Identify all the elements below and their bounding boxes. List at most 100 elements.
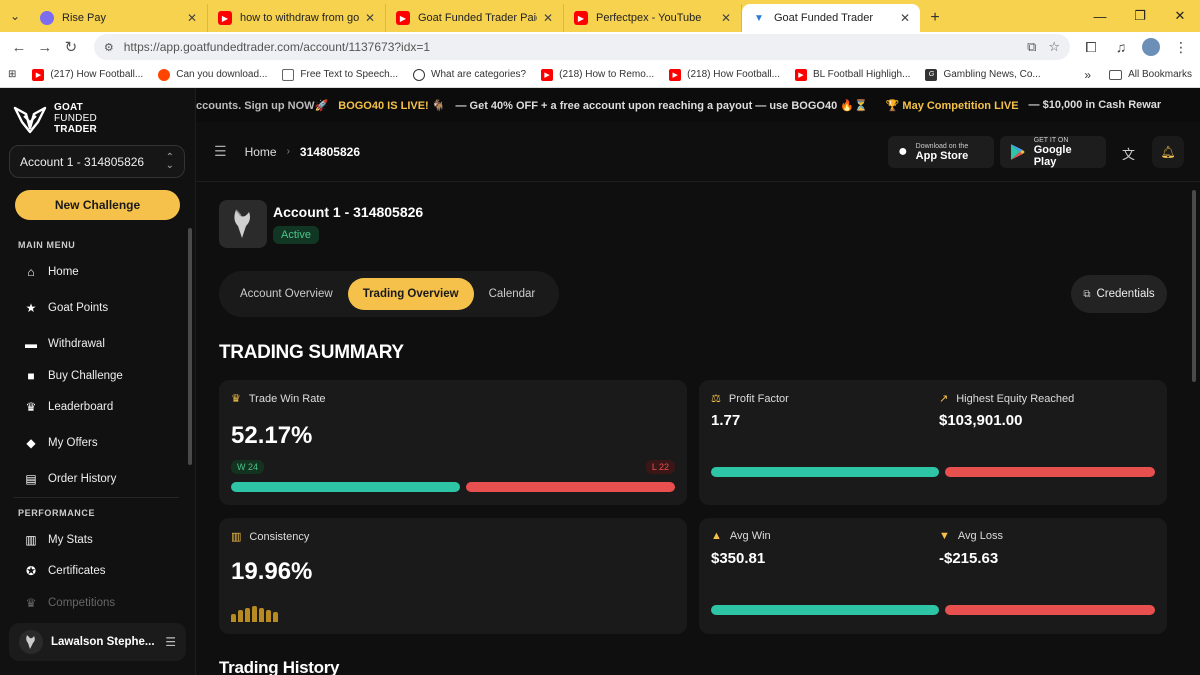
bookmark-star-icon[interactable]: ☆ [1048, 39, 1060, 55]
url-text: https://app.goatfundedtrader.com/account… [123, 40, 431, 54]
tab-close-icon[interactable]: ✕ [721, 11, 731, 25]
sidebar-item-label: Competitions [48, 597, 116, 609]
breadcrumb-home[interactable]: Home [245, 145, 277, 159]
loss-bar [945, 467, 1155, 477]
sidebar-item-certificates[interactable]: ✪ Certificates [24, 564, 106, 578]
close-window-icon[interactable]: ✕ [1160, 0, 1200, 32]
bookmark-label: Gambling News, Co... [943, 69, 1041, 80]
promo-ticker: ccounts. Sign up NOW🚀 BOGO40 IS LIVE! 🐐 … [196, 88, 1200, 122]
bookmark-item[interactable]: ▶ (218) How to Remo... [541, 68, 655, 81]
ticker-item: — $10,000 in Cash Rewar [1028, 99, 1162, 111]
url-input[interactable]: ⚙ https://app.goatfundedtrader.com/accou… [93, 34, 1071, 60]
new-tab-icon[interactable]: + [920, 4, 950, 32]
back-arrow-icon[interactable]: ← [6, 34, 32, 60]
sidebar-item-label: Buy Challenge [48, 370, 123, 382]
sidebar-divider [14, 497, 179, 498]
bookmark-item[interactable]: ▶ (218) How Football... [669, 68, 780, 81]
sidebar-item-withdrawal[interactable]: ▬ Withdrawal [24, 337, 105, 351]
user-profile-card[interactable]: Lawalson Stephe... ☰ [9, 623, 186, 661]
account-select[interactable]: Account 1 - 314805826 ⌃ ⌄ [9, 145, 185, 178]
media-controls-icon[interactable]: ♫ [1108, 38, 1134, 56]
browser-tab-active[interactable]: ▼ Goat Funded Trader ✕ [742, 4, 920, 32]
sidebar-scrollbar[interactable] [188, 228, 192, 465]
bookmark-item[interactable]: What are categories? [413, 68, 526, 81]
extensions-puzzle-icon[interactable]: ⧠ [1078, 38, 1104, 56]
browser-tab[interactable]: ▶ Goat Funded Trader Paid Me $9 ✕ [386, 4, 564, 32]
chevron-double-right-icon[interactable]: » [1084, 68, 1091, 82]
consistency-label: Consistency [249, 530, 310, 543]
goat-favicon-icon: ▼ [752, 11, 766, 25]
sidebar-item-buy-challenge[interactable]: ■ Buy Challenge [24, 369, 123, 383]
reload-icon[interactable]: ↻ [58, 34, 84, 60]
bookmark-label: (218) How to Remo... [559, 69, 655, 80]
tab-trading-overview[interactable]: Trading Overview [347, 278, 474, 310]
bookmark-item[interactable]: ▶ (217) How Football... [32, 68, 143, 81]
win-bar [231, 482, 460, 492]
restore-icon[interactable]: ❐ [1120, 0, 1160, 32]
bookmark-item[interactable]: G Gambling News, Co... [925, 68, 1041, 81]
site-info-icon[interactable]: ⚙ [104, 41, 114, 54]
minimize-icon[interactable]: — [1080, 0, 1120, 32]
forward-arrow-icon[interactable]: → [32, 34, 58, 60]
trophy-icon: ♛ [25, 596, 37, 610]
tab-account-overview[interactable]: Account Overview [225, 278, 348, 310]
bookmarks-overflow: » All Bookmarks [1084, 68, 1192, 82]
sidebar-item-label: Order History [48, 473, 117, 485]
losses-badge: L 22 [645, 460, 675, 474]
app-store-button[interactable]: ● Download on the App Store [888, 136, 994, 168]
sidebar-item-order-history[interactable]: ▤ Order History [24, 472, 116, 486]
tab-calendar[interactable]: Calendar [474, 278, 551, 310]
apps-grid-icon[interactable]: ⊞ [8, 69, 16, 80]
google-play-small-text: GET IT ON [1033, 136, 1069, 144]
card-label: ▲ Avg Win [711, 530, 771, 542]
bookmark-item[interactable]: Free Text to Speech... [282, 68, 398, 81]
sidebar-item-leaderboard[interactable]: ♛ Leaderboard [24, 400, 114, 414]
document-icon: ▤ [25, 472, 37, 486]
sidebar-item-competitions[interactable]: ♛ Competitions [24, 596, 116, 610]
new-challenge-button[interactable]: New Challenge [15, 190, 180, 220]
goat-head-icon [234, 209, 250, 238]
status-badge: Active [273, 226, 319, 244]
brand-logo[interactable]: GOAT FUNDED TRADER [12, 100, 97, 136]
bookmark-item[interactable]: Can you download... [158, 68, 267, 81]
sidebar-item-my-stats[interactable]: ▥ My Stats [24, 533, 92, 547]
tab-search-icon[interactable]: ⌄ [0, 0, 30, 32]
window-controls: — ❐ ✕ [1080, 0, 1200, 32]
avg-win-loss-card: ▲ Avg Win $350.81 ▼ Avg Loss -$215.63 [699, 518, 1167, 634]
ticker-item: 🏆 May Competition LIVE [885, 99, 1019, 112]
sidebar-item-home[interactable]: ⌂ Home [24, 265, 78, 279]
tab-close-icon[interactable]: ✕ [365, 11, 375, 25]
credentials-button[interactable]: ⧉ Credentials [1071, 275, 1167, 313]
card-label: ▥ Consistency [231, 530, 310, 544]
notifications-bell-icon[interactable]: 🔔︎ [1152, 136, 1184, 168]
breadcrumb-current: 314805826 [299, 144, 360, 159]
stats-icon: ▥ [25, 533, 37, 547]
google-play-button[interactable]: GET IT ON Google Play [1000, 136, 1106, 168]
profile-avatar[interactable] [1138, 38, 1164, 56]
hamburger-menu-icon[interactable]: ☰ [214, 143, 227, 160]
browser-tab[interactable]: Rise Pay ✕ [30, 4, 208, 32]
tab-close-icon[interactable]: ✕ [900, 11, 910, 25]
all-bookmarks-folder[interactable]: All Bookmarks [1109, 69, 1192, 80]
browser-tab[interactable]: ▶ how to withdraw from goatfunded ✕ [208, 4, 386, 32]
triangle-down-icon: ▼ [939, 530, 950, 542]
trading-history-title: Trading History [219, 658, 340, 675]
sidebar-item-my-offers[interactable]: ◆ My Offers [24, 436, 97, 450]
main-scrollbar[interactable] [1192, 190, 1196, 382]
browser-menu-icon[interactable]: ⋮ [1168, 38, 1194, 56]
sidebar: GOAT FUNDED TRADER Account 1 - 314805826… [0, 88, 196, 675]
app-store-small-text: Download on the [915, 142, 969, 150]
browser-tab[interactable]: ▶ Perfectpex - YouTube ✕ [564, 4, 742, 32]
youtube-favicon-icon: ▶ [32, 68, 45, 81]
bookmark-label: (218) How Football... [687, 69, 780, 80]
translate-icon[interactable]: 文 [1122, 144, 1135, 163]
tab-close-icon[interactable]: ✕ [543, 11, 553, 25]
bookmark-item[interactable]: ▶ BL Football Highligh... [794, 68, 911, 81]
sliders-icon[interactable]: ☰ [165, 635, 176, 649]
tab-close-icon[interactable]: ✕ [187, 11, 197, 25]
all-bookmarks-label: All Bookmarks [1128, 69, 1192, 80]
sidebar-item-goat-points[interactable]: ★ Goat Points [24, 301, 108, 315]
bookmark-label: BL Football Highligh... [812, 69, 911, 80]
install-app-icon[interactable]: ⧉ [1027, 39, 1036, 55]
goat-head-icon [26, 635, 35, 649]
